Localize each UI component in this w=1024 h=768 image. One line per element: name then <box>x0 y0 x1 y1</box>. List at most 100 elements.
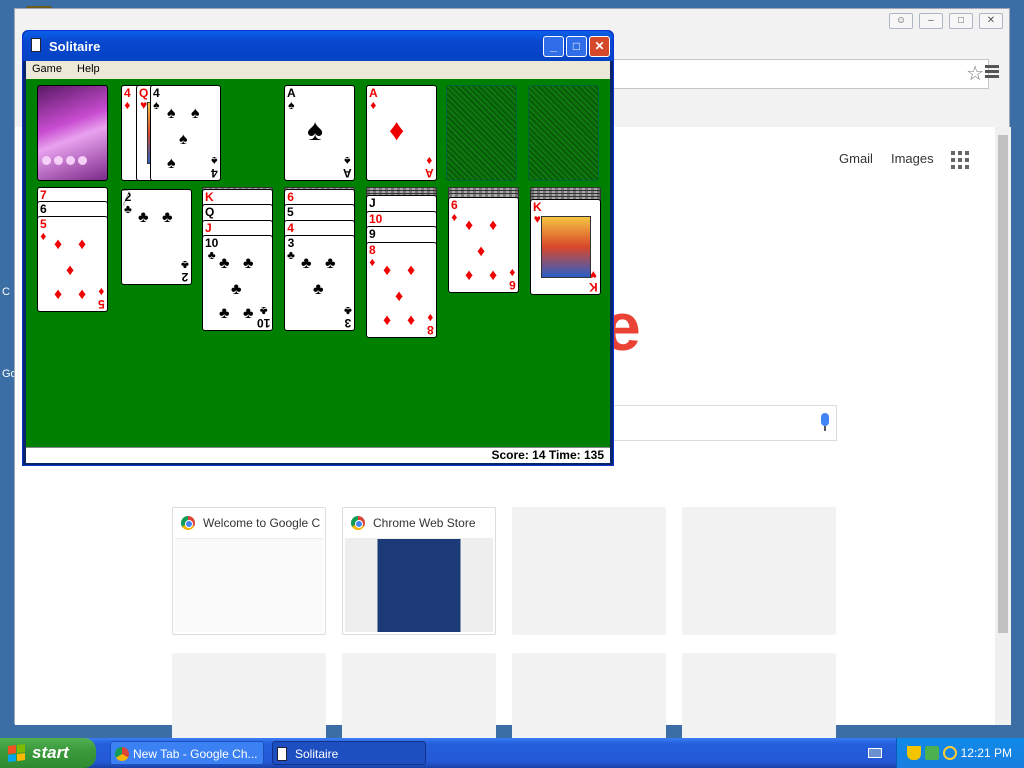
keyboard-icon[interactable] <box>868 748 882 758</box>
menu-game[interactable]: Game <box>26 61 68 77</box>
card-rank: 8 ♦ <box>427 311 434 337</box>
suit-pip-icon: ♠ <box>191 105 200 122</box>
taskbar-item-chrome[interactable]: New Tab - Google Ch... <box>110 741 264 765</box>
suit-pip-icon: ♦ <box>489 267 498 284</box>
playing-card[interactable]: A ♠ A ♠ ♠ <box>284 85 355 181</box>
suit-pip-icon: ♦ <box>407 262 416 279</box>
close-button[interactable]: ✕ <box>979 13 1003 29</box>
omnibox[interactable]: ☆ <box>611 59 989 89</box>
suit-pip-icon: ♦ <box>465 217 474 234</box>
bookmark-star-icon[interactable]: ☆ <box>966 62 984 86</box>
search-box[interactable] <box>611 405 837 441</box>
suit-pip-icon: ♣ <box>219 305 230 322</box>
start-button[interactable]: start <box>0 738 96 768</box>
card-rank: A ♠ <box>343 154 352 180</box>
playing-card[interactable]: 10 ♣ 10 ♣ ♣ ♣ ♣ ♣ ♣ <box>202 235 273 331</box>
suit-pip-icon: ♦ <box>66 262 75 279</box>
scrollbar[interactable] <box>995 127 1011 725</box>
task-label: New Tab - Google Ch... <box>133 747 258 761</box>
search-icon[interactable] <box>943 746 957 760</box>
card-rank: 4♦ <box>124 86 131 112</box>
mouse-cursor-icon <box>122 191 129 207</box>
playing-card[interactable]: 6 ♦ 6 ♦ ♦ ♦ ♦ ♦ ♦ <box>448 197 519 293</box>
card-rank: A ♦ <box>369 86 378 112</box>
playing-card[interactable]: K♥K♥ <box>530 199 601 295</box>
foundation-slot[interactable] <box>528 85 599 181</box>
suit-pip-icon: ♦ <box>465 267 474 284</box>
taskbar: start New Tab - Google Ch... Solitaire 1… <box>0 738 1024 768</box>
empty-tile <box>512 507 666 635</box>
playing-card[interactable]: 8 ♦ 8 ♦ ♦ ♦ ♦ ♦ ♦ <box>366 242 437 338</box>
card-rank: 10 ♣ <box>205 236 219 262</box>
title-bar[interactable]: Solitaire _ □ ✕ <box>23 31 613 61</box>
maximize-button[interactable]: □ <box>949 13 973 29</box>
system-tray: 12:21 PM <box>896 738 1024 768</box>
court-figure-icon <box>541 216 591 278</box>
chrome-favicon-icon <box>351 516 365 530</box>
microphone-icon[interactable] <box>820 413 830 433</box>
start-label: start <box>32 743 69 762</box>
suit-pip-icon: ♦ <box>54 236 63 253</box>
suit-pip-icon: ♦ <box>78 286 87 303</box>
menu-bar: Game Help <box>26 61 610 79</box>
close-button[interactable]: ✕ <box>589 36 610 57</box>
suit-pip-icon: ♣ <box>243 255 254 272</box>
suit-pip-icon: ♠ <box>179 131 188 148</box>
minimize-button[interactable]: – <box>919 13 943 29</box>
chrome-favicon-icon <box>181 516 195 530</box>
images-link[interactable]: Images <box>891 151 934 166</box>
gmail-link[interactable]: Gmail <box>839 151 873 166</box>
card-rank: 6 ♦ <box>509 266 516 292</box>
suit-pip-icon: ♠ <box>307 114 323 147</box>
suit-pip-icon: ♣ <box>219 255 230 272</box>
tile-thumbnail <box>345 538 493 632</box>
card-rank: 8 ♦ <box>369 243 376 269</box>
suit-pip-icon: ♦ <box>54 286 63 303</box>
card-rank: A ♦ <box>425 154 434 180</box>
minimize-button[interactable]: _ <box>543 36 564 57</box>
playing-card[interactable]: 2 ♣ 2 ♣ ♣ ♣ <box>121 189 192 285</box>
taskbar-item-solitaire[interactable]: Solitaire <box>272 741 426 765</box>
suit-pip-icon: ♦ <box>395 288 404 305</box>
empty-tile <box>682 507 836 635</box>
stock-pile[interactable] <box>37 85 108 181</box>
card-rank: 6 ♦ <box>451 198 458 224</box>
suit-pip-icon: ♣ <box>231 281 242 298</box>
window-title: Solitaire <box>49 39 101 54</box>
foundation-slot[interactable] <box>446 85 517 181</box>
suit-pip-icon: ♦ <box>407 312 416 329</box>
desktop: C Go ☺ – □ ✕ ☆ Gmail Images e Welcome to <box>0 0 1024 768</box>
suit-pip-icon: ♠ <box>167 155 176 172</box>
solitaire-window: Solitaire _ □ ✕ Game Help 4♦4♦♦♦♦♦Q♥Q♥4♠… <box>22 30 614 466</box>
most-visited-tile[interactable]: Chrome Web Store <box>342 507 496 635</box>
playing-card[interactable]: A ♦ A ♦ ♦ <box>366 85 437 181</box>
clock: 12:21 PM <box>960 746 1012 760</box>
top-links: Gmail Images <box>839 151 934 166</box>
window-controls: ☺ – □ ✕ <box>889 13 1003 29</box>
network-icon[interactable] <box>925 746 939 760</box>
playing-card[interactable]: 5 ♦ 5 ♦ ♦ ♦ ♦ ♦ ♦ <box>37 216 108 312</box>
status-bar: Score: 14 Time: 135 <box>26 447 610 463</box>
solitaire-app-icon <box>31 38 41 52</box>
chrome-icon <box>115 747 129 761</box>
maximize-button[interactable]: □ <box>566 36 587 57</box>
solitaire-icon <box>277 747 287 761</box>
card-rank: 3 ♣ <box>287 236 295 262</box>
suit-pip-icon: ♦ <box>383 262 392 279</box>
most-visited-tile[interactable]: Welcome to Google C <box>172 507 326 635</box>
playing-card[interactable]: 4 ♠ 4 ♠ ♠ ♠ ♠ ♠ <box>150 85 221 181</box>
menu-help[interactable]: Help <box>71 61 106 77</box>
apps-grid-icon[interactable] <box>951 151 969 169</box>
suit-pip-icon: ♣ <box>162 209 173 226</box>
playing-card[interactable]: 3 ♣ 3 ♣ ♣ ♣ ♣ <box>284 235 355 331</box>
suit-pip-icon: ♦ <box>389 114 405 147</box>
chrome-menu-icon[interactable] <box>985 65 999 79</box>
windows-logo-icon <box>8 744 26 762</box>
card-rank: 2 ♣ <box>181 258 189 284</box>
suit-pip-icon: ♣ <box>313 281 324 298</box>
security-shield-icon[interactable] <box>907 746 921 760</box>
profile-icon[interactable]: ☺ <box>889 13 913 29</box>
scrollbar-thumb[interactable] <box>998 135 1008 633</box>
suit-pip-icon: ♠ <box>167 105 176 122</box>
game-table[interactable]: 4♦4♦♦♦♦♦Q♥Q♥4♠4♠♠♠♠♠A♠A♠♠A♦A♦♦7♦7♦♦♦♦♦♦6… <box>26 79 610 447</box>
